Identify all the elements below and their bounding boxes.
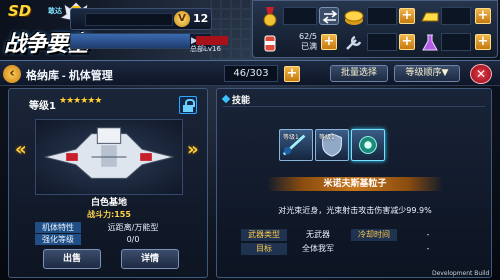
trait-value: 0/0 <box>126 235 140 244</box>
unit-portrait <box>35 119 183 195</box>
page-title: 格纳库 - 机体管理 <box>26 70 113 82</box>
skill-panel: 技能 等级1 等级1 米诺夫斯基粒子 对光束近身，光束射击攻击伤害减少99.9%… <box>216 88 492 278</box>
add-parts-button[interactable]: + <box>399 34 415 50</box>
resource-panel: + + 62/5 已满 + + + <box>252 0 498 58</box>
headquarters-indicator[interactable]: 总部Lv16 <box>190 36 246 54</box>
wrench-icon <box>346 35 362 50</box>
white-base-ship-icon <box>44 127 174 179</box>
skill-description: 对光束近身，光束射击攻击伤害减少99.9% <box>278 206 432 215</box>
selected-skill-name: 米诺夫斯基粒子 <box>267 177 443 191</box>
close-button[interactable]: ✕ <box>470 64 492 84</box>
trait-key: 机体特性 <box>35 222 81 233</box>
headquarters-level: 总部Lv16 <box>190 45 221 53</box>
expand-hangar-button[interactable]: + <box>284 66 300 82</box>
flask-icon <box>422 34 438 51</box>
particle-field-icon <box>359 136 377 154</box>
player-name-field <box>85 13 173 26</box>
coin-field <box>367 7 397 25</box>
weapon-type-value: 无武器 <box>306 230 330 239</box>
unit-name: 白色基地 <box>90 198 127 208</box>
prev-unit-arrow[interactable]: « <box>15 139 27 160</box>
trait-row: 强化等级 0/0 <box>35 234 183 245</box>
section-divider <box>223 106 485 107</box>
logo-sd: SD <box>8 2 32 20</box>
batch-select-button[interactable]: 批量选择 <box>330 65 388 82</box>
next-unit-arrow[interactable]: » <box>187 139 199 160</box>
extra-stat-value: - <box>426 244 430 253</box>
cooldown-value: - <box>426 230 430 239</box>
parts-field <box>367 33 397 51</box>
target-value: 全体我军 <box>302 244 334 253</box>
unit-level: 等级1 <box>29 101 56 112</box>
skill-section-title: 技能 <box>223 93 250 106</box>
trait-row: 机体特性 远距离/万能型 <box>35 222 183 233</box>
cooldown-label: 冷却时间 <box>351 229 397 241</box>
combat-power: 战斗力:155 <box>87 210 131 219</box>
skill-slot[interactable]: 等级1 <box>279 129 313 161</box>
skill-slots: 等级1 等级1 <box>279 129 413 163</box>
exchange-icon[interactable] <box>319 7 339 25</box>
add-coin-button[interactable]: + <box>399 8 415 24</box>
build-watermark: Development Build <box>432 270 490 277</box>
energy-count: 62/5 <box>299 32 317 41</box>
add-energy-button[interactable]: + <box>321 34 337 50</box>
flask-field <box>441 33 471 51</box>
gold-field <box>441 7 471 25</box>
star-rating: ★★★★★★ <box>59 96 102 106</box>
lock-icon[interactable] <box>179 96 197 114</box>
unit-panel: 等级1 ★★★★★★ « » 白色基地 战斗力:155 机体特性 远距离/万能型… <box>8 88 208 278</box>
back-button[interactable]: ‹ <box>3 65 21 83</box>
hangar-title-bar: ‹ 格纳库 - 机体管理 46/303 + 批量选择 等级顺序▼ ✕ <box>0 60 500 86</box>
detail-button[interactable]: 详情 <box>121 249 179 269</box>
medal-icon <box>263 7 277 27</box>
medal-field <box>283 7 317 25</box>
vip-icon: V <box>174 11 190 27</box>
sort-order-dropdown[interactable]: 等级顺序▼ <box>394 65 460 82</box>
hangar-capacity: 46/303 <box>224 65 278 82</box>
add-gold-button[interactable]: + <box>475 8 491 24</box>
skill-slot[interactable]: 等级1 <box>315 129 349 161</box>
energy-status: 已满 <box>301 42 317 51</box>
gold-bar-icon <box>421 12 439 22</box>
sell-button[interactable]: 出售 <box>43 249 101 269</box>
weapon-type-label: 武器类型 <box>241 229 287 241</box>
skill-slot-level: 等级1 <box>319 134 335 141</box>
skill-slot-selected[interactable] <box>351 129 385 161</box>
skill-slot-level: 等级1 <box>283 134 299 141</box>
experience-fill <box>71 34 190 48</box>
vip-badge[interactable]: V 12 <box>172 8 212 30</box>
trait-value: 远距离/万能型 <box>107 223 159 232</box>
add-flask-button[interactable]: + <box>475 34 491 50</box>
target-label: 目标 <box>241 243 287 255</box>
vip-level: 12 <box>193 12 209 25</box>
trait-key: 强化等级 <box>35 234 81 245</box>
coin-icon <box>344 10 364 25</box>
